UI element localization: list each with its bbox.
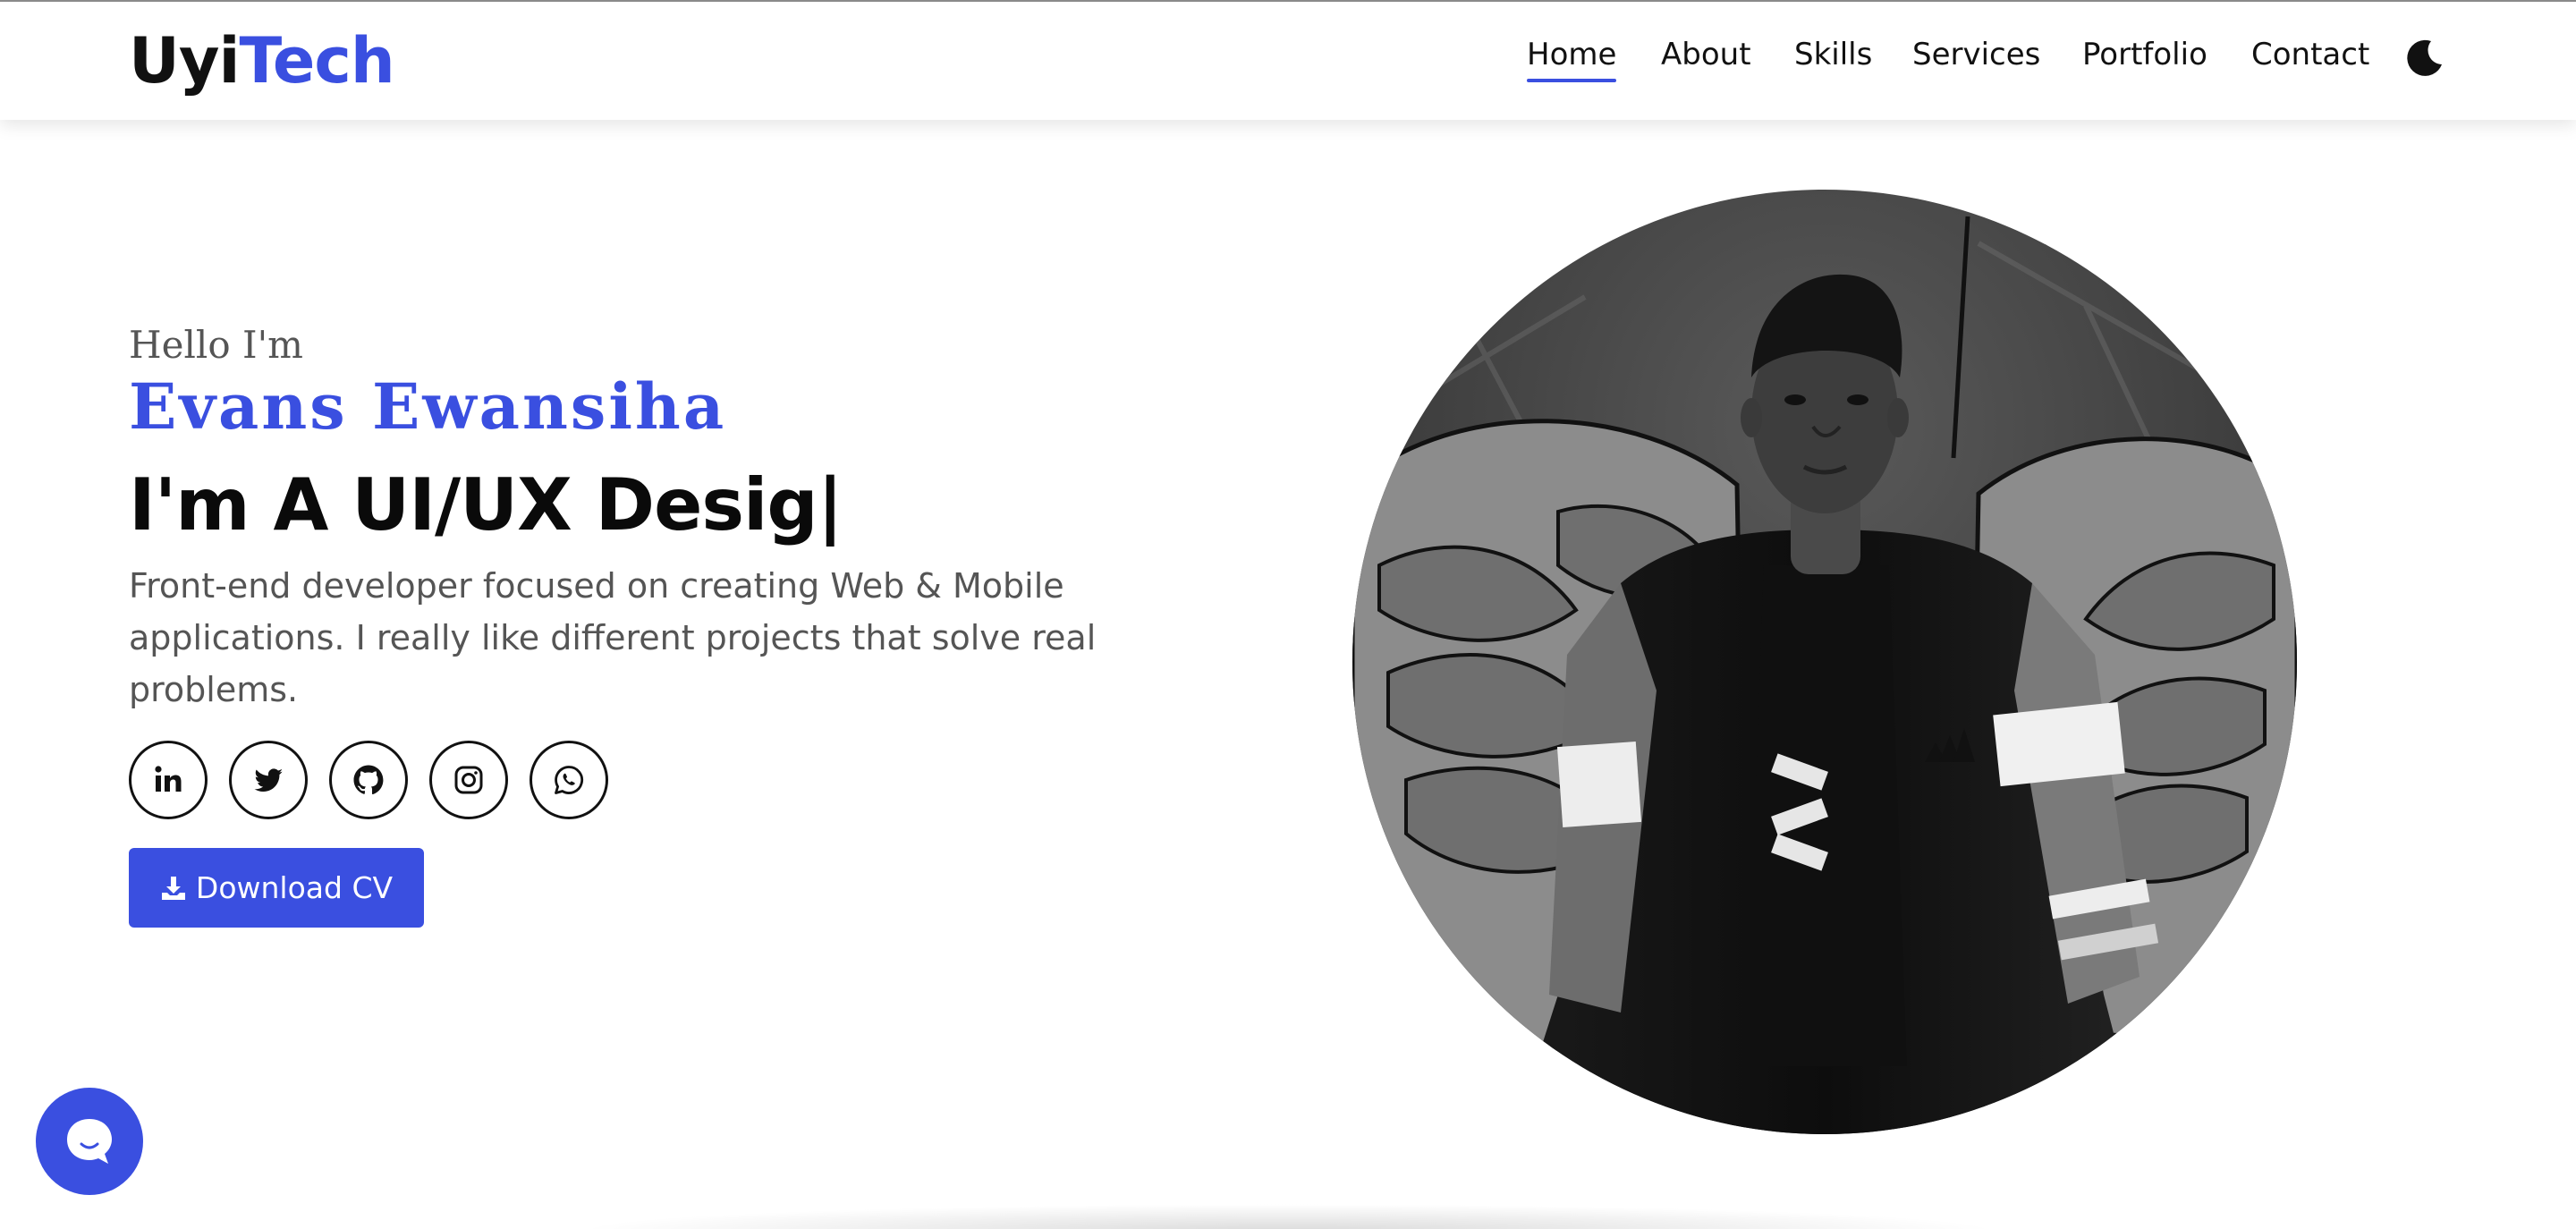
linkedin-link[interactable] <box>129 741 208 819</box>
linkedin-icon <box>155 766 182 792</box>
moon-icon[interactable] <box>2404 38 2445 79</box>
whatsapp-icon <box>555 766 584 794</box>
section-divider-shadow <box>572 1204 2004 1229</box>
nav-contact[interactable]: Contact <box>2251 32 2369 86</box>
nav-about[interactable]: About <box>1661 32 1751 86</box>
download-cv-label: Download CV <box>195 870 394 905</box>
chat-widget-button[interactable] <box>36 1088 143 1195</box>
hero-intro: Front-end developer focused on creating … <box>129 566 1097 709</box>
github-icon <box>353 765 384 795</box>
site-header: UyiTech Home About Skills Services Portf… <box>0 0 2576 120</box>
whatsapp-link[interactable] <box>530 741 608 819</box>
download-icon <box>161 876 185 900</box>
hero-role: I'm A UI/UX Desig| <box>129 463 843 547</box>
hero-greeting: Hello I'm <box>129 323 303 367</box>
twitter-link[interactable] <box>229 741 308 819</box>
main-nav: Home About Skills Services Portfolio Con… <box>0 32 2576 86</box>
nav-home[interactable]: Home <box>1527 32 1617 86</box>
hero-name: Evans Ewansiha <box>129 369 727 444</box>
download-cv-button[interactable]: Download CV <box>129 848 424 928</box>
instagram-icon <box>454 766 483 794</box>
twitter-icon <box>254 768 283 792</box>
nav-services[interactable]: Services <box>1912 32 2040 86</box>
nav-skills[interactable]: Skills <box>1794 32 1872 86</box>
instagram-link[interactable] <box>429 741 508 819</box>
profile-photo <box>1352 190 2297 1134</box>
chat-bubble-icon <box>67 1119 112 1164</box>
nav-portfolio[interactable]: Portfolio <box>2082 32 2207 86</box>
github-link[interactable] <box>329 741 408 819</box>
